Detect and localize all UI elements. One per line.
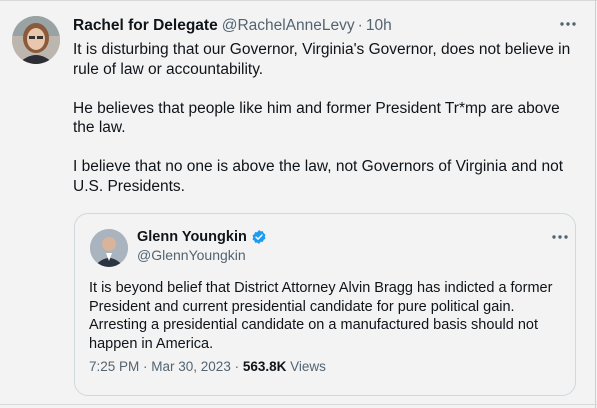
tweet-paragraph: He believes that people like him and for… <box>73 99 560 137</box>
author-avatar[interactable] <box>12 16 60 64</box>
tweet-header: Rachel for Delegate @RachelAnneLevy · 10h <box>73 17 392 35</box>
quoted-more-options-button[interactable] <box>547 227 573 247</box>
quoted-tweet-text: It is beyond belief that District Attorn… <box>89 280 553 352</box>
quoted-author-name-row: Glenn Youngkin <box>137 229 267 245</box>
quoted-tweet-card[interactable]: Glenn Youngkin @GlennYoungkin It is beyo… <box>74 213 576 396</box>
tweet-body: It is disturbing that our Governor, Virg… <box>73 40 578 216</box>
author-name[interactable]: Rachel for Delegate <box>73 17 218 34</box>
more-horizontal-icon <box>560 22 576 26</box>
quoted-author-avatar[interactable] <box>90 229 128 267</box>
separator-dot: · <box>357 17 363 34</box>
quoted-tweet-meta: 7:25 PM · Mar 30, 2023 · 563.8K Views <box>89 359 326 374</box>
views-label: Views <box>290 359 326 374</box>
quoted-author-handle[interactable]: @GlennYoungkin <box>137 247 246 263</box>
tweet-paragraph: I believe that no one is above the law, … <box>73 158 564 195</box>
more-horizontal-icon <box>552 235 568 239</box>
views-count: 563.8K <box>242 359 287 374</box>
top-divider <box>0 0 597 1</box>
right-divider <box>595 0 596 408</box>
verified-badge-icon <box>251 229 267 245</box>
bottom-divider <box>0 404 597 405</box>
tweet-paragraph: It is disturbing that our Governor, Virg… <box>73 41 571 78</box>
author-handle[interactable]: @RachelAnneLevy <box>222 17 355 34</box>
quoted-tweet-timestamp[interactable]: 7:25 PM · Mar 30, 2023 · <box>89 359 239 374</box>
more-options-button[interactable] <box>555 14 581 34</box>
quoted-author-name[interactable]: Glenn Youngkin <box>137 229 247 245</box>
tweet-time[interactable]: 10h <box>366 17 392 34</box>
